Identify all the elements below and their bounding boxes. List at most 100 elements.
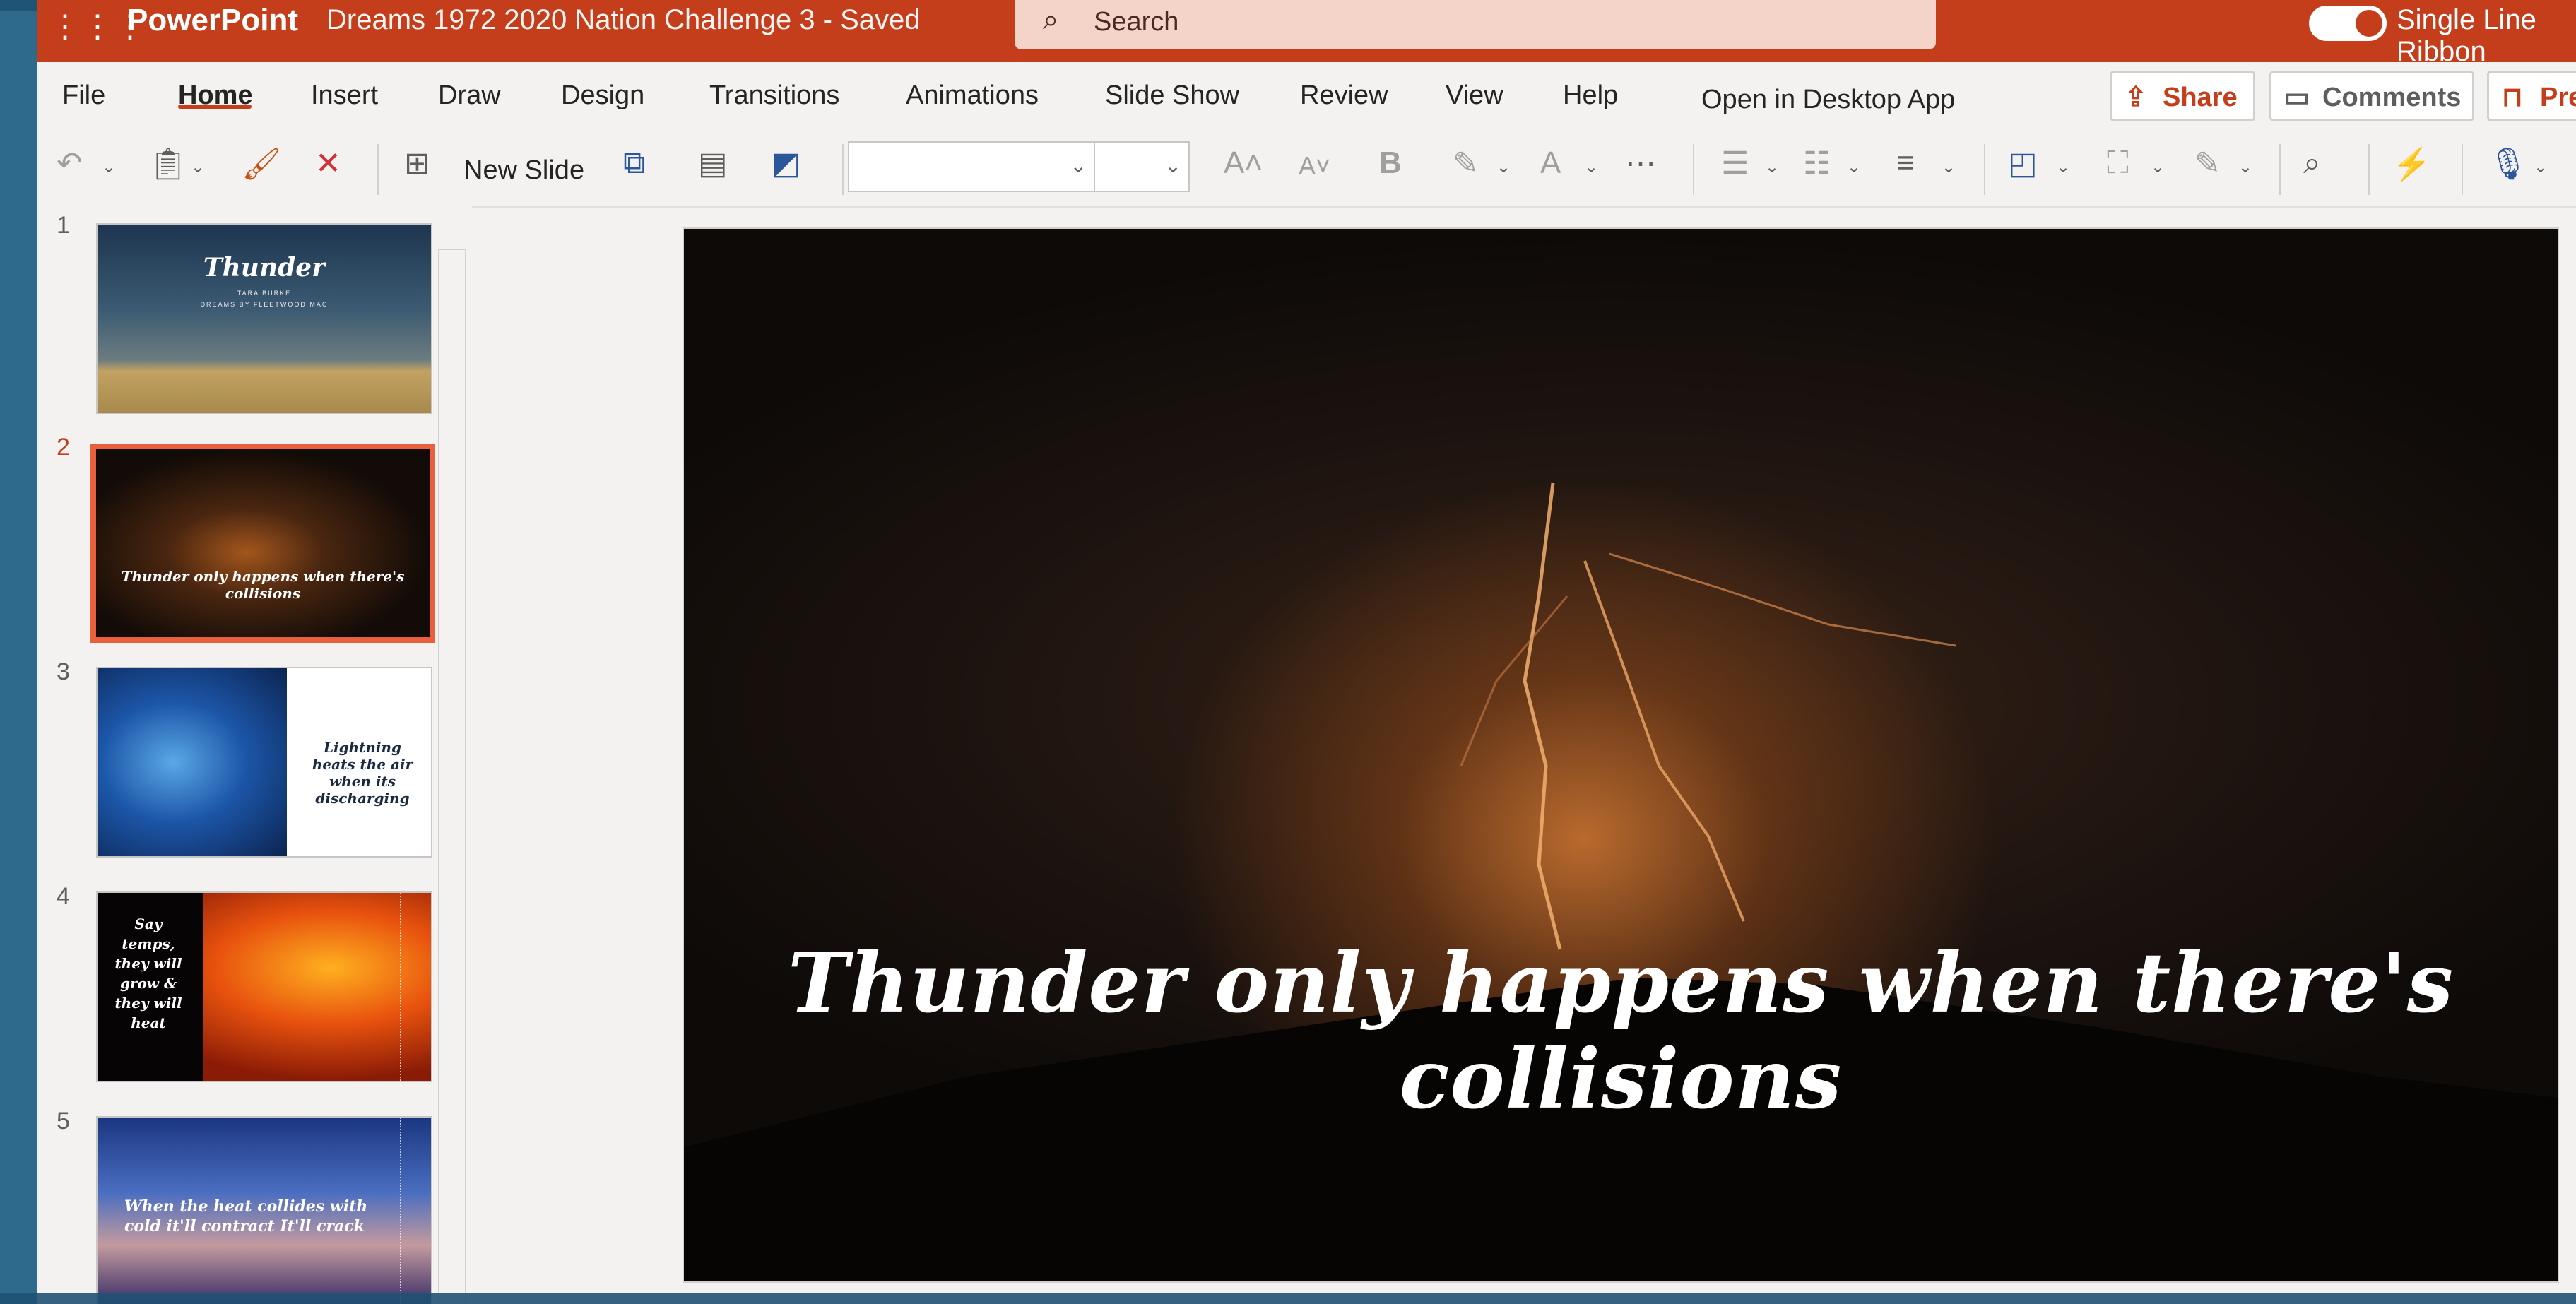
search-placeholder: Search bbox=[1094, 7, 1179, 37]
divider bbox=[1693, 144, 1694, 195]
slide-canvas[interactable]: Thunder only happens when there's collis… bbox=[683, 227, 2559, 1283]
undo-dropdown-chevron[interactable]: ⌄ bbox=[102, 157, 116, 177]
slide-thumbnail-3[interactable]: Lightning heats the air when its dischar… bbox=[96, 667, 432, 858]
font-name-select[interactable]: ⌄ bbox=[848, 141, 1095, 192]
dictate-dropdown-chevron[interactable]: ⌄ bbox=[2534, 157, 2548, 177]
paintbrush-icon[interactable]: 🖌︎ bbox=[242, 146, 281, 182]
reuse-slides-icon[interactable]: ⧉ bbox=[623, 146, 645, 181]
chevron-down-icon: ⌄ bbox=[1070, 155, 1087, 177]
thumbnail-text: When the heat collides with cold it'll c… bbox=[124, 1197, 368, 1235]
x-icon[interactable]: ✕ bbox=[315, 146, 341, 182]
divider bbox=[2368, 144, 2370, 195]
dotted-line bbox=[400, 893, 401, 1081]
ribbon-tabs: File Home Insert Draw Design Transitions… bbox=[37, 62, 2576, 130]
numbering-dropdown-chevron[interactable]: ⌄ bbox=[1847, 157, 1861, 177]
share-label: Share bbox=[2163, 83, 2238, 112]
more-options-icon[interactable]: ⋯ bbox=[1625, 146, 1656, 182]
new-slide-icon[interactable]: ⊞ bbox=[404, 146, 430, 182]
divider bbox=[842, 144, 844, 195]
thumbnail-text: Say temps, they will grow & they will he… bbox=[114, 915, 182, 1031]
share-button[interactable]: ⇪ Share bbox=[2110, 71, 2255, 121]
font-size-select[interactable]: ⌄ bbox=[1094, 141, 1190, 192]
divider bbox=[1984, 144, 1985, 195]
divider bbox=[377, 144, 379, 195]
align-icon[interactable]: ≡ bbox=[1896, 146, 1915, 181]
single-line-ribbon-label: Single Line Ribbon bbox=[2397, 4, 2536, 67]
present-button[interactable]: ⊓ Present bbox=[2487, 71, 2576, 121]
comments-button[interactable]: ▭ Comments bbox=[2269, 71, 2474, 121]
comments-label: Comments bbox=[2322, 83, 2462, 112]
thumbnail-subtitle: TARA BURKE bbox=[237, 290, 292, 297]
tab-help[interactable]: Help bbox=[1563, 81, 1618, 111]
shapes-dropdown-chevron[interactable]: ⌄ bbox=[2056, 157, 2070, 177]
layout-icon[interactable]: ▤ bbox=[698, 146, 728, 182]
single-line-ribbon-toggle[interactable] bbox=[2309, 6, 2387, 41]
slide-number: 4 bbox=[57, 883, 70, 910]
torn-edge-bottom bbox=[0, 1293, 2576, 1304]
tab-file[interactable]: File bbox=[62, 81, 105, 111]
search-box[interactable]: ⌕ Search bbox=[1015, 0, 1936, 49]
clipboard-icon[interactable]: 📋︎ bbox=[148, 146, 188, 182]
undo-icon[interactable]: ↶ bbox=[57, 146, 83, 182]
divider bbox=[2279, 144, 2281, 195]
bullets-icon[interactable]: ☰ bbox=[1721, 146, 1749, 182]
thumbnail-text: Thunder only happens when there's collis… bbox=[121, 568, 405, 602]
slide-thumbnail-4[interactable]: Say temps, they will grow & they will he… bbox=[96, 891, 432, 1082]
thumbnails-scrollbar[interactable] bbox=[438, 249, 466, 1304]
tab-insert[interactable]: Insert bbox=[311, 81, 378, 111]
share-icon: ⇪ bbox=[2125, 83, 2147, 112]
slide-thumbnails-pane: 1 Thunder TARA BURKE DREAMS BY FLEETWOOD… bbox=[37, 206, 472, 1304]
highlight-dropdown-chevron[interactable]: ⌄ bbox=[1496, 157, 1511, 177]
shrink-font-icon[interactable]: A˅ bbox=[1299, 151, 1330, 181]
present-label: Present bbox=[2540, 83, 2576, 112]
powerpoint-window: ⋮⋮⋮ PowerPoint Dreams 1972 2020 Nation C… bbox=[37, 0, 2576, 1304]
tab-slide-show[interactable]: Slide Show bbox=[1105, 81, 1239, 111]
font-color-dropdown-chevron[interactable]: ⌄ bbox=[1584, 157, 1598, 177]
thumbnail-title: Thunder bbox=[203, 253, 326, 283]
toggle-knob bbox=[2356, 10, 2382, 37]
title-bar: ⋮⋮⋮ PowerPoint Dreams 1972 2020 Nation C… bbox=[37, 0, 2576, 67]
slide-thumbnail-1[interactable]: Thunder TARA BURKE DREAMS BY FLEETWOOD M… bbox=[96, 223, 432, 414]
slide-thumbnail-5[interactable]: When the heat collides with cold it'll c… bbox=[96, 1116, 432, 1304]
present-icon: ⊓ bbox=[2502, 83, 2523, 112]
tab-design[interactable]: Design bbox=[561, 81, 644, 111]
font-color-icon[interactable]: A bbox=[1540, 146, 1561, 181]
shapes-icon[interactable]: ◰ bbox=[2008, 146, 2038, 182]
paste-dropdown-chevron[interactable]: ⌄ bbox=[191, 157, 205, 177]
microphone-icon[interactable]: 🎙︎ bbox=[2488, 146, 2528, 182]
chevron-down-icon: ⌄ bbox=[1164, 155, 1181, 177]
highlight-icon[interactable]: ✎ bbox=[1453, 146, 1479, 182]
bullets-dropdown-chevron[interactable]: ⌄ bbox=[1765, 157, 1779, 177]
slide-number: 5 bbox=[57, 1108, 70, 1134]
slide-number: 1 bbox=[57, 212, 70, 239]
lightning-image bbox=[98, 668, 287, 856]
designer-icon[interactable]: ⚡ bbox=[2392, 146, 2431, 182]
tab-animations[interactable]: Animations bbox=[906, 81, 1039, 111]
slide-thumbnail-2[interactable]: Thunder only happens when there's collis… bbox=[90, 444, 435, 643]
tab-draw[interactable]: Draw bbox=[438, 81, 501, 111]
grow-font-icon[interactable]: A˄ bbox=[1224, 146, 1263, 181]
format-background-icon[interactable]: ◩ bbox=[772, 146, 801, 182]
shape-outline-dropdown-chevron[interactable]: ⌄ bbox=[2238, 157, 2252, 177]
dotted-line bbox=[400, 1118, 401, 1304]
open-in-desktop-app-link[interactable]: Open in Desktop App bbox=[1701, 85, 1955, 115]
slide-number: 3 bbox=[57, 658, 70, 685]
thumbnail-subtitle-2: DREAMS BY FLEETWOOD MAC bbox=[200, 301, 329, 308]
shape-outline-icon[interactable]: ✎ bbox=[2194, 146, 2221, 182]
shape-fill-icon[interactable]: ⛶ bbox=[2107, 146, 2129, 181]
slide-title[interactable]: Thunder only happens when there's collis… bbox=[684, 935, 2558, 1127]
tab-review[interactable]: Review bbox=[1300, 81, 1388, 111]
tab-view[interactable]: View bbox=[1446, 81, 1503, 111]
new-slide-button[interactable]: New Slide bbox=[463, 155, 584, 186]
tab-transitions[interactable]: Transitions bbox=[709, 81, 839, 111]
search-icon: ⌕ bbox=[1043, 4, 1059, 35]
comment-icon: ▭ bbox=[2284, 83, 2310, 112]
thumbnail-text: Lightning heats the air when its dischar… bbox=[312, 739, 413, 807]
magnifier-icon[interactable]: ⌕ bbox=[2303, 146, 2321, 181]
align-dropdown-chevron[interactable]: ⌄ bbox=[1942, 157, 1956, 177]
shape-fill-dropdown-chevron[interactable]: ⌄ bbox=[2151, 157, 2165, 177]
active-tab-indicator bbox=[178, 105, 252, 109]
document-name[interactable]: Dreams 1972 2020 Nation Challenge 3 - Sa… bbox=[326, 4, 921, 36]
bold-icon[interactable]: B bbox=[1379, 146, 1402, 181]
numbering-icon[interactable]: ☷ bbox=[1803, 146, 1831, 182]
